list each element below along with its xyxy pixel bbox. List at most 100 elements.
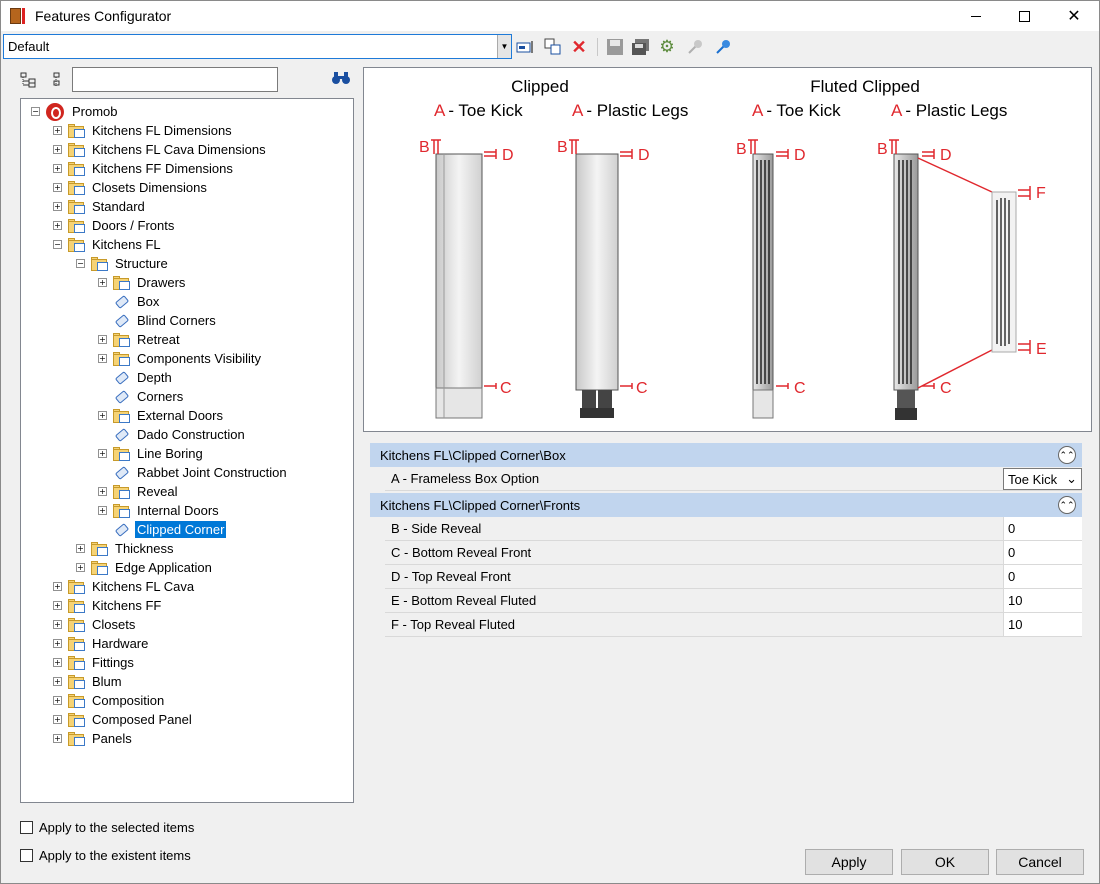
expand-icon[interactable]: +: [98, 278, 107, 287]
tree-item[interactable]: + Kitchens FL Cava Dimensions: [53, 140, 268, 159]
expand-icon[interactable]: +: [53, 696, 62, 705]
expand-icon[interactable]: +: [53, 677, 62, 686]
tree-item[interactable]: + Line Boring: [98, 444, 205, 463]
tree-item[interactable]: + External Doors: [98, 406, 225, 425]
tree-root[interactable]: − Promob: [31, 102, 120, 121]
preset-dropdown[interactable]: Default ▼: [3, 34, 512, 59]
collapse-all-icon[interactable]: [47, 69, 65, 91]
expand-icon[interactable]: +: [53, 126, 62, 135]
collapse-group-icon[interactable]: ⌃⌃: [1058, 496, 1076, 514]
tree-item[interactable]: + Thickness: [76, 539, 176, 558]
tree-item[interactable]: + Hardware: [53, 634, 150, 653]
apply-selected-checkbox[interactable]: [20, 821, 33, 834]
tree-item[interactable]: Clipped Corner: [98, 520, 227, 539]
tree-item[interactable]: Depth: [98, 368, 174, 387]
property-value[interactable]: 10: [1003, 589, 1082, 612]
expand-icon[interactable]: +: [76, 563, 85, 572]
binoculars-icon[interactable]: [331, 70, 351, 88]
tree-item[interactable]: + Kitchens FF: [53, 596, 163, 615]
close-button[interactable]: ✕: [1051, 1, 1097, 31]
tree-item[interactable]: + Kitchens FL Cava: [53, 577, 196, 596]
settings-gear-icon[interactable]: ⚙: [657, 37, 677, 57]
folder-icon: [68, 180, 86, 195]
apply-existent-checkbox[interactable]: [20, 849, 33, 862]
tree-item[interactable]: Rabbet Joint Construction: [98, 463, 289, 482]
tree-item[interactable]: + Kitchens FF Dimensions: [53, 159, 235, 178]
expand-icon[interactable]: +: [53, 658, 62, 667]
tree-item[interactable]: + Kitchens FL Dimensions: [53, 121, 234, 140]
expand-icon[interactable]: +: [76, 544, 85, 553]
expand-icon[interactable]: +: [98, 506, 107, 515]
expand-icon[interactable]: +: [53, 164, 62, 173]
save-icon[interactable]: [605, 37, 625, 57]
pin-icon[interactable]: [713, 37, 733, 57]
maximize-button[interactable]: [1001, 1, 1047, 31]
chevron-down-icon[interactable]: ⌄: [1066, 471, 1077, 487]
tree-item[interactable]: + Drawers: [98, 273, 187, 292]
collapse-icon[interactable]: −: [53, 240, 62, 249]
save-all-icon[interactable]: [631, 37, 651, 57]
tree-item[interactable]: + Panels: [53, 729, 134, 748]
tree-item[interactable]: Blind Corners: [98, 311, 218, 330]
chevron-down-icon[interactable]: ▼: [497, 35, 511, 58]
expand-icon[interactable]: +: [53, 715, 62, 724]
expand-icon[interactable]: +: [53, 639, 62, 648]
expand-icon[interactable]: +: [53, 145, 62, 154]
tree-item[interactable]: + Edge Application: [76, 558, 214, 577]
collapse-icon[interactable]: −: [76, 259, 85, 268]
tree-item[interactable]: Box: [98, 292, 161, 311]
tree-item[interactable]: + Retreat: [98, 330, 182, 349]
tree-item[interactable]: − Kitchens FL: [53, 235, 163, 254]
pin-disabled-icon[interactable]: [685, 37, 705, 57]
tree-item[interactable]: + Composed Panel: [53, 710, 194, 729]
tree-item[interactable]: + Standard: [53, 197, 147, 216]
ok-button[interactable]: OK: [901, 849, 989, 875]
minimize-button[interactable]: [953, 1, 999, 31]
property-value[interactable]: 0: [1003, 565, 1082, 588]
property-group-header[interactable]: Kitchens FL\Clipped Corner\Fronts ⌃⌃: [370, 493, 1082, 517]
apply-button[interactable]: Apply: [805, 849, 893, 875]
tree-item[interactable]: + Components Visibility: [98, 349, 263, 368]
tree-item[interactable]: + Composition: [53, 691, 166, 710]
expand-icon[interactable]: +: [98, 449, 107, 458]
tree-search-input[interactable]: [72, 67, 278, 92]
expand-icon[interactable]: +: [98, 487, 107, 496]
property-value-dropdown[interactable]: Toe Kick ⌄: [1003, 468, 1082, 490]
tree-item[interactable]: Dado Construction: [98, 425, 247, 444]
expand-icon[interactable]: +: [53, 183, 62, 192]
rename-icon[interactable]: [515, 37, 535, 57]
tree-item[interactable]: + Closets: [53, 615, 137, 634]
expand-icon[interactable]: +: [53, 221, 62, 230]
tree-item-label: Internal Doors: [137, 503, 219, 518]
property-value[interactable]: 0: [1003, 541, 1082, 564]
expand-icon[interactable]: +: [53, 601, 62, 610]
tree-item[interactable]: + Doors / Fronts: [53, 216, 176, 235]
tree-item[interactable]: Corners: [98, 387, 185, 406]
property-group-header[interactable]: Kitchens FL\Clipped Corner\Box ⌃⌃: [370, 443, 1082, 467]
expand-icon[interactable]: +: [53, 582, 62, 591]
apply-selected-option[interactable]: Apply to the selected items: [20, 820, 194, 835]
collapse-icon[interactable]: −: [31, 107, 40, 116]
expand-icon[interactable]: +: [53, 734, 62, 743]
cancel-button[interactable]: Cancel: [996, 849, 1084, 875]
tag-icon: [113, 389, 131, 405]
tree-item[interactable]: − Structure: [76, 254, 170, 273]
expand-icon[interactable]: +: [53, 620, 62, 629]
tree-item[interactable]: + Blum: [53, 672, 124, 691]
tree-item[interactable]: + Fittings: [53, 653, 136, 672]
expand-icon[interactable]: +: [98, 411, 107, 420]
tree-item[interactable]: + Reveal: [98, 482, 179, 501]
tree-item[interactable]: + Internal Doors: [98, 501, 221, 520]
expand-icon[interactable]: +: [53, 202, 62, 211]
tree-item[interactable]: + Closets Dimensions: [53, 178, 209, 197]
collapse-group-icon[interactable]: ⌃⌃: [1058, 446, 1076, 464]
expand-icon[interactable]: +: [98, 354, 107, 363]
expand-icon[interactable]: +: [98, 335, 107, 344]
tree-item-label: Kitchens FF: [92, 598, 162, 613]
delete-icon[interactable]: ✕: [569, 37, 589, 57]
property-value[interactable]: 0: [1003, 517, 1082, 540]
apply-existent-option[interactable]: Apply to the existent items: [20, 848, 191, 863]
copy-icon[interactable]: [543, 37, 563, 57]
expand-all-icon[interactable]: [19, 69, 37, 91]
property-value[interactable]: 10: [1003, 613, 1082, 636]
